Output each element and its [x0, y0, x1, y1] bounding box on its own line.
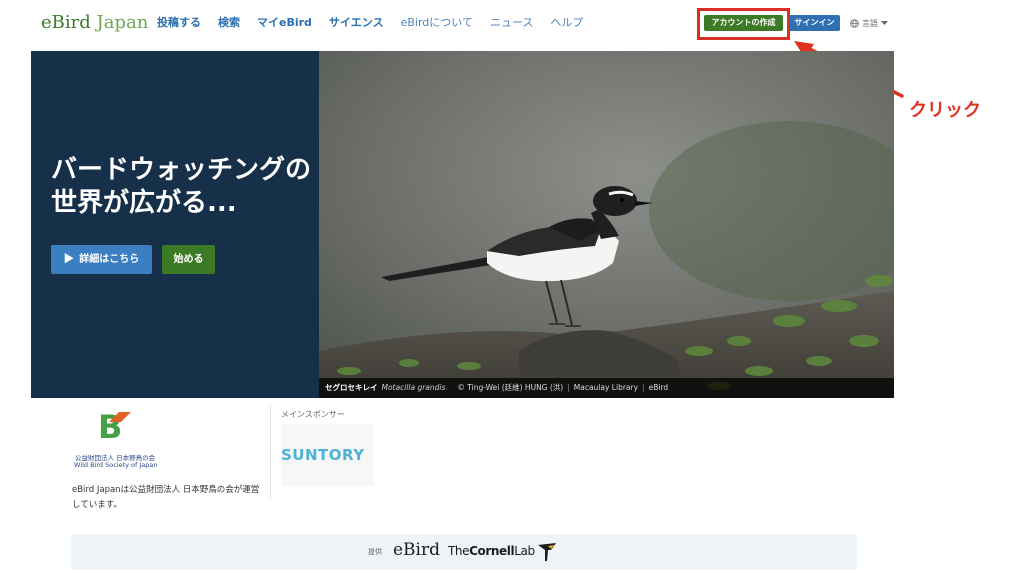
nav-about[interactable]: eBirdについて [401, 15, 473, 31]
cornell-lab: Lab [514, 544, 535, 558]
caption-separator: | [642, 383, 645, 392]
play-icon: ▶ [63, 254, 80, 265]
wagtail-photo [319, 51, 894, 398]
suntory-logo[interactable]: SUNTORY [281, 446, 376, 464]
nav-science[interactable]: サイエンス [329, 15, 384, 31]
main-sponsor-label: メインスポンサー [281, 410, 345, 419]
provided-by-label: 提供 [368, 548, 382, 556]
caption-separator: | [567, 383, 570, 392]
hero-bird-photo: セグロセキレイ Motacilla grandis © Ting-Wei (廷維… [319, 51, 894, 398]
section-divider [270, 406, 271, 498]
nav-news[interactable]: ニュース [490, 15, 533, 31]
language-label: 言語 [862, 18, 878, 28]
wbsj-bird-mark-icon [109, 412, 131, 422]
wbsj-name-en: Wild Bird Society of Japan [74, 461, 158, 469]
signin-button[interactable]: サインイン [789, 15, 840, 31]
logo-japan-text: Japan [96, 12, 149, 33]
nav-help[interactable]: ヘルプ [550, 15, 583, 31]
hero-text-panel: バードウォッチングの世界が広がる... ▶ 詳細はこちら 始める [31, 51, 319, 398]
operated-by-text: eBird Japanは公益財団法人 日本野鳥の会が運営しています。 [72, 485, 260, 510]
nav-explore[interactable]: 検索 [218, 15, 240, 31]
create-account-button[interactable]: アカウントの作成 [704, 15, 783, 31]
caption-species: セグロセキレイ [325, 383, 378, 392]
caption-library: Macaulay Library [573, 383, 639, 392]
get-started-button[interactable]: 始める [162, 245, 215, 274]
hero-title: バードウォッチングの世界が広がる... [51, 155, 312, 218]
photo-caption: セグロセキレイ Motacilla grandis © Ting-Wei (廷維… [319, 378, 894, 398]
cornell-bird-icon [538, 543, 556, 561]
nav-submit[interactable]: 投稿する [157, 15, 201, 31]
ebird-japan-logo[interactable]: eBird Japan [41, 11, 148, 35]
caption-credit: © Ting-Wei (廷維) HUNG (洪) [457, 383, 564, 392]
language-selector[interactable]: 言語 [850, 15, 888, 31]
logo-ebird-text: eBird [41, 12, 91, 33]
wild-bird-society-logo[interactable]: B 公益財団法人 日本野鳥の会 Wild Bird Society of Jap… [72, 408, 164, 472]
globe-icon [850, 18, 859, 28]
hero-banner: バードウォッチングの世界が広がる... ▶ 詳細はこちら 始める セグロセキレイ… [31, 51, 894, 398]
caption-scientific-name: Motacilla grandis [381, 383, 446, 392]
ebird-footer-logo[interactable]: eBird [393, 540, 440, 560]
main-nav: 投稿する 検索 マイeBird サイエンス eBirdについて ニュース ヘルプ [157, 15, 600, 31]
cornell-lab-logo[interactable]: TheCornellLab [448, 544, 535, 558]
learn-more-button[interactable]: ▶ 詳細はこちら [51, 245, 152, 274]
learn-more-label: 詳細はこちら [79, 254, 140, 265]
caption-source: eBird [648, 383, 669, 392]
nav-my-ebird[interactable]: マイeBird [257, 15, 312, 31]
cornell-name: Cornell [469, 544, 515, 558]
annotation-click-label: クリック [909, 100, 981, 121]
caret-down-icon [881, 20, 888, 25]
cornell-the: The [448, 544, 470, 558]
